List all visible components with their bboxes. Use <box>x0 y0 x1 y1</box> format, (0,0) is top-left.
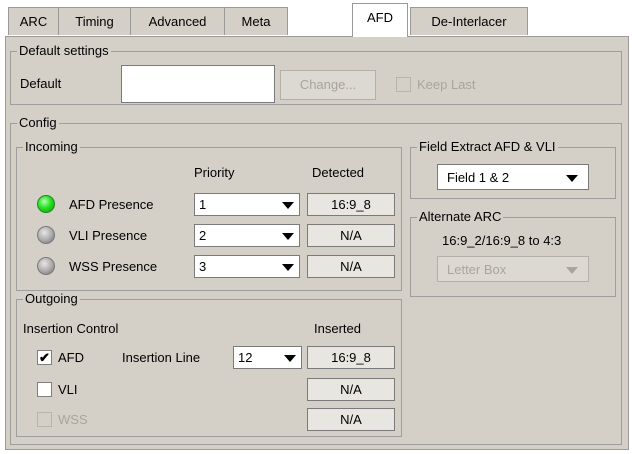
default-settings-legend: Default settings <box>17 43 111 59</box>
insertion-line-select[interactable]: 12 <box>233 346 302 369</box>
afd-priority-select[interactable]: 1 <box>194 193 300 216</box>
wss-insert-checkbox[interactable] <box>37 412 52 427</box>
insertion-line-value: 12 <box>238 350 253 365</box>
wss-priority-value: 3 <box>199 259 207 274</box>
vli-priority-select[interactable]: 2 <box>194 224 300 247</box>
default-label: Default <box>20 76 62 91</box>
afd-insert-checkbox[interactable]: ✔ <box>37 350 52 365</box>
chevron-down-icon <box>566 175 578 182</box>
vli-detected-value: N/A <box>307 224 395 247</box>
vli-priority-value: 2 <box>199 228 207 243</box>
afd-insert-label: AFD <box>58 350 84 365</box>
detected-header: Detected <box>312 165 365 180</box>
chevron-down-icon <box>282 264 294 271</box>
insertion-line-label: Insertion Line <box>122 350 201 365</box>
default-value-field[interactable] <box>121 65 275 103</box>
chevron-down-icon <box>282 202 294 209</box>
tab-timing[interactable]: Timing <box>58 7 131 35</box>
vli-presence-label: VLI Presence <box>69 228 148 243</box>
vli-insert-label: VLI <box>58 382 78 397</box>
tab-arc[interactable]: ARC <box>8 7 59 35</box>
afd-panel: Default settings Default Change... Keep … <box>5 36 629 450</box>
inserted-header: Inserted <box>314 321 361 336</box>
field-extract-select[interactable]: Field 1 & 2 <box>437 164 589 190</box>
outgoing-legend: Outgoing <box>23 291 80 307</box>
chevron-down-icon <box>566 267 578 274</box>
alternate-arc-value: Letter Box <box>447 262 507 277</box>
wss-detected-value: N/A <box>307 255 395 278</box>
vli-inserted-value: N/A <box>307 378 395 401</box>
config-legend: Config <box>17 115 59 131</box>
priority-header: Priority <box>194 165 235 180</box>
keep-last-label: Keep Last <box>417 77 476 92</box>
vli-insert-checkbox[interactable] <box>37 382 52 397</box>
wss-insert-label: WSS <box>58 412 88 427</box>
incoming-legend: Incoming <box>23 139 80 155</box>
keep-last-checkbox[interactable] <box>396 77 411 92</box>
afd-presence-label: AFD Presence <box>69 197 154 212</box>
wss-priority-select[interactable]: 3 <box>194 255 300 278</box>
vli-presence-led <box>37 226 55 244</box>
afd-priority-value: 1 <box>199 197 207 212</box>
alternate-arc-legend: Alternate ARC <box>417 209 504 225</box>
alternate-arc-description: 16:9_2/16:9_8 to 4:3 <box>442 233 562 248</box>
afd-presence-led <box>37 195 55 213</box>
chevron-down-icon <box>282 233 294 240</box>
wss-presence-led <box>37 257 55 275</box>
wss-inserted-value: N/A <box>307 408 395 431</box>
change-button[interactable]: Change... <box>280 70 376 100</box>
tab-afd[interactable]: AFD <box>352 3 408 37</box>
tab-meta[interactable]: Meta <box>224 7 288 35</box>
afd-inserted-value: 16:9_8 <box>307 346 395 369</box>
chevron-down-icon <box>284 355 296 362</box>
field-extract-legend: Field Extract AFD & VLI <box>417 139 558 155</box>
alternate-arc-select[interactable]: Letter Box <box>437 256 589 282</box>
wss-presence-label: WSS Presence <box>69 259 158 274</box>
field-extract-value: Field 1 & 2 <box>447 170 510 185</box>
insertion-control-label: Insertion Control <box>23 321 119 336</box>
tab-de-interlacer[interactable]: De-Interlacer <box>410 7 528 35</box>
afd-detected-value: 16:9_8 <box>307 193 395 216</box>
tab-advanced[interactable]: Advanced <box>130 7 225 35</box>
